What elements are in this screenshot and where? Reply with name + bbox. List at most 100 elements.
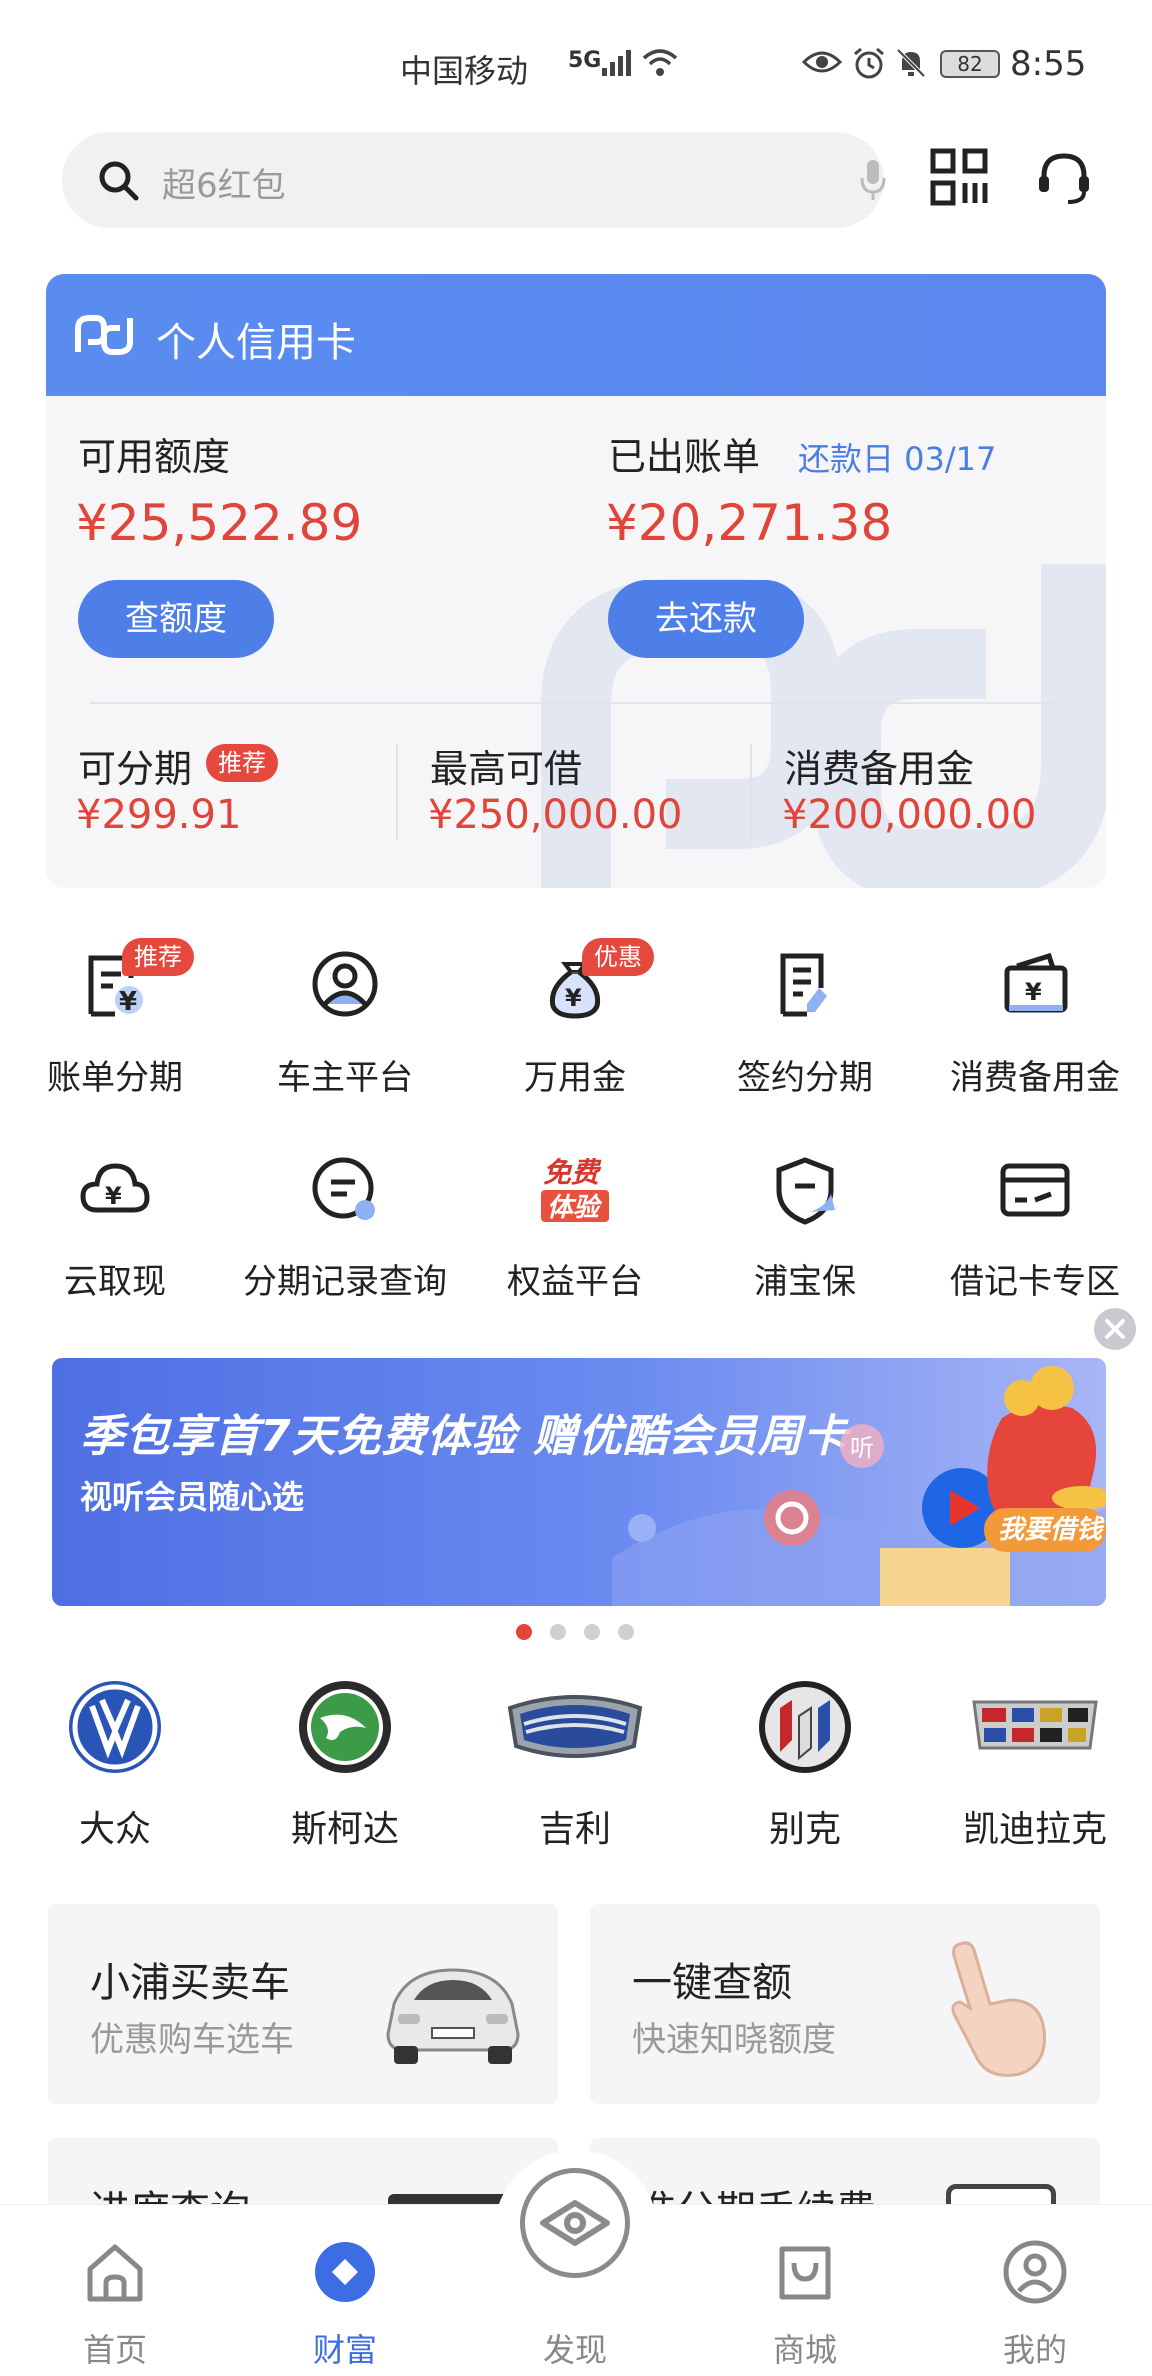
bill-label: 已出账单 bbox=[608, 435, 761, 479]
qr-scan-icon[interactable] bbox=[930, 148, 988, 206]
recommend-badge: 推荐 bbox=[122, 938, 194, 976]
wealth-icon bbox=[315, 2242, 375, 2302]
promo-banner[interactable]: 季包享首7天免费体验 赠优酷会员周卡 视听会员随心选 听 我要借钱 bbox=[52, 1358, 1106, 1606]
installment-amount: ¥299.91 bbox=[76, 792, 242, 838]
svg-text:听: 听 bbox=[850, 1434, 874, 1462]
reserve-fund-amount: ¥200,000.00 bbox=[782, 792, 1037, 838]
nav-label: 发现 bbox=[542, 2331, 607, 2369]
credit-card-header[interactable]: 个人信用卡 bbox=[46, 274, 1106, 396]
nav-home[interactable]: 首页 bbox=[40, 2225, 190, 2369]
clock: 8:55 bbox=[1010, 44, 1087, 84]
cloud-cash-icon: ¥ bbox=[80, 1163, 150, 1213]
divider bbox=[750, 744, 752, 840]
home-icon bbox=[87, 2244, 143, 2302]
nav-label: 我的 bbox=[1002, 2331, 1067, 2369]
cadillac-logo-icon bbox=[972, 1700, 1098, 1750]
max-borrow-label[interactable]: 最高可借 bbox=[430, 738, 582, 793]
record-search-icon bbox=[312, 1157, 375, 1220]
car-owner-icon bbox=[312, 951, 378, 1017]
divider bbox=[396, 744, 398, 840]
microphone-icon[interactable] bbox=[860, 158, 886, 202]
close-icon bbox=[1105, 1319, 1125, 1339]
service-label: 消费备用金 bbox=[950, 1058, 1120, 1098]
debit-card-icon bbox=[1000, 1163, 1070, 1217]
shopping-bag-icon bbox=[779, 2246, 831, 2300]
service-label: 浦宝保 bbox=[754, 1262, 856, 1302]
brand-label: 吉利 bbox=[538, 1809, 611, 1850]
carousel-dots bbox=[510, 1624, 650, 1640]
max-borrow-amount: ¥250,000.00 bbox=[428, 792, 683, 838]
status-bar: 中国移动 5G 82 8:55 bbox=[0, 0, 1152, 120]
svg-text:¥: ¥ bbox=[105, 1182, 122, 1210]
close-banner-button[interactable] bbox=[1094, 1308, 1136, 1350]
carrier-name: 中国移动 bbox=[400, 52, 529, 90]
contract-icon bbox=[780, 953, 827, 1017]
svg-text:¥: ¥ bbox=[1025, 978, 1042, 1006]
service-label: 分期记录查询 bbox=[243, 1262, 447, 1302]
svg-text:体验: 体验 bbox=[547, 1193, 603, 1223]
geely-logo-icon bbox=[507, 1695, 643, 1758]
discover-button[interactable] bbox=[520, 2168, 630, 2278]
feature-subtitle: 快速知晓额度 bbox=[632, 2020, 836, 2060]
check-limit-button[interactable]: 查额度 bbox=[78, 580, 274, 658]
svg-text:免费: 免费 bbox=[543, 1156, 602, 1189]
service-label: 万用金 bbox=[524, 1058, 626, 1098]
brand-label: 凯迪拉克 bbox=[962, 1809, 1107, 1850]
nav-label: 商城 bbox=[772, 2331, 837, 2369]
carousel-dot[interactable] bbox=[618, 1624, 634, 1640]
mute-bell-icon bbox=[896, 48, 926, 78]
nav-mine[interactable]: 我的 bbox=[960, 2225, 1110, 2369]
search-placeholder: 超6红包 bbox=[162, 166, 286, 206]
profile-icon bbox=[1003, 2240, 1067, 2304]
customer-service-icon[interactable] bbox=[1034, 148, 1094, 208]
bank-logo-icon bbox=[75, 315, 133, 355]
bill-amount: ¥20,271.38 bbox=[606, 494, 893, 552]
nav-label: 财富 bbox=[312, 2331, 377, 2369]
recommend-tag: 推荐 bbox=[206, 744, 278, 782]
due-date: 还款日 03/17 bbox=[798, 440, 997, 478]
nav-mall[interactable]: 商城 bbox=[730, 2225, 880, 2369]
feature-card-quick-limit[interactable]: 一键查额 快速知晓额度 bbox=[590, 1904, 1100, 2104]
service-label: 车主平台 bbox=[277, 1058, 413, 1098]
installment-label[interactable]: 可分期 bbox=[78, 738, 192, 793]
feature-subtitle: 优惠购车选车 bbox=[90, 2020, 294, 2060]
search-bar[interactable]: 超6红包 bbox=[62, 132, 886, 228]
carousel-dot-active[interactable] bbox=[516, 1624, 532, 1640]
service-label: 借记卡专区 bbox=[950, 1262, 1120, 1302]
svg-text:我要借钱: 我要借钱 bbox=[998, 1515, 1105, 1545]
free-trial-icon: 免费 体验 bbox=[541, 1156, 609, 1223]
available-limit-amount: ¥25,522.89 bbox=[76, 494, 363, 552]
repay-button[interactable]: 去还款 bbox=[608, 580, 804, 658]
service-label: 权益平台 bbox=[507, 1262, 643, 1302]
wallet-icon: ¥ bbox=[1004, 952, 1068, 1013]
skoda-logo-icon bbox=[299, 1681, 391, 1773]
credit-card-panel: 个人信用卡 可用额度 ¥25,522.89 查额度 已出账单 还款日 03/17… bbox=[46, 274, 1106, 888]
search-icon bbox=[99, 161, 139, 201]
feature-card-car-trade[interactable]: 小浦买卖车 优惠购车选车 bbox=[48, 1904, 558, 2104]
carousel-dot[interactable] bbox=[550, 1624, 566, 1640]
brand-label: 斯柯达 bbox=[290, 1809, 399, 1850]
nav-wealth[interactable]: 财富 bbox=[270, 2225, 420, 2369]
card-title: 个人信用卡 bbox=[156, 320, 356, 366]
network-type: 5G bbox=[568, 48, 602, 73]
car-image bbox=[386, 1968, 520, 2064]
service-label: 签约分期 bbox=[737, 1058, 873, 1098]
banner-illustration: 听 我要借钱 bbox=[612, 1366, 1106, 1606]
brand-label: 大众 bbox=[78, 1809, 151, 1850]
carousel-dot[interactable] bbox=[584, 1624, 600, 1640]
shield-icon bbox=[776, 1157, 835, 1225]
volkswagen-logo-icon bbox=[69, 1681, 161, 1773]
svg-text:¥: ¥ bbox=[119, 987, 137, 1017]
discount-badge: 优惠 bbox=[582, 938, 654, 976]
signal-icon bbox=[602, 50, 631, 76]
alarm-icon bbox=[854, 47, 884, 79]
buick-logo-icon bbox=[759, 1681, 851, 1773]
reserve-fund-label[interactable]: 消费备用金 bbox=[784, 738, 974, 793]
svg-text:¥: ¥ bbox=[565, 984, 582, 1012]
brand-label: 别克 bbox=[768, 1809, 841, 1850]
available-limit-label: 可用额度 bbox=[78, 435, 231, 479]
banner-subline: 视听会员随心选 bbox=[80, 1478, 305, 1516]
wifi-icon bbox=[642, 49, 678, 76]
battery-indicator: 82 bbox=[940, 50, 1000, 78]
nav-label: 首页 bbox=[82, 2331, 147, 2369]
